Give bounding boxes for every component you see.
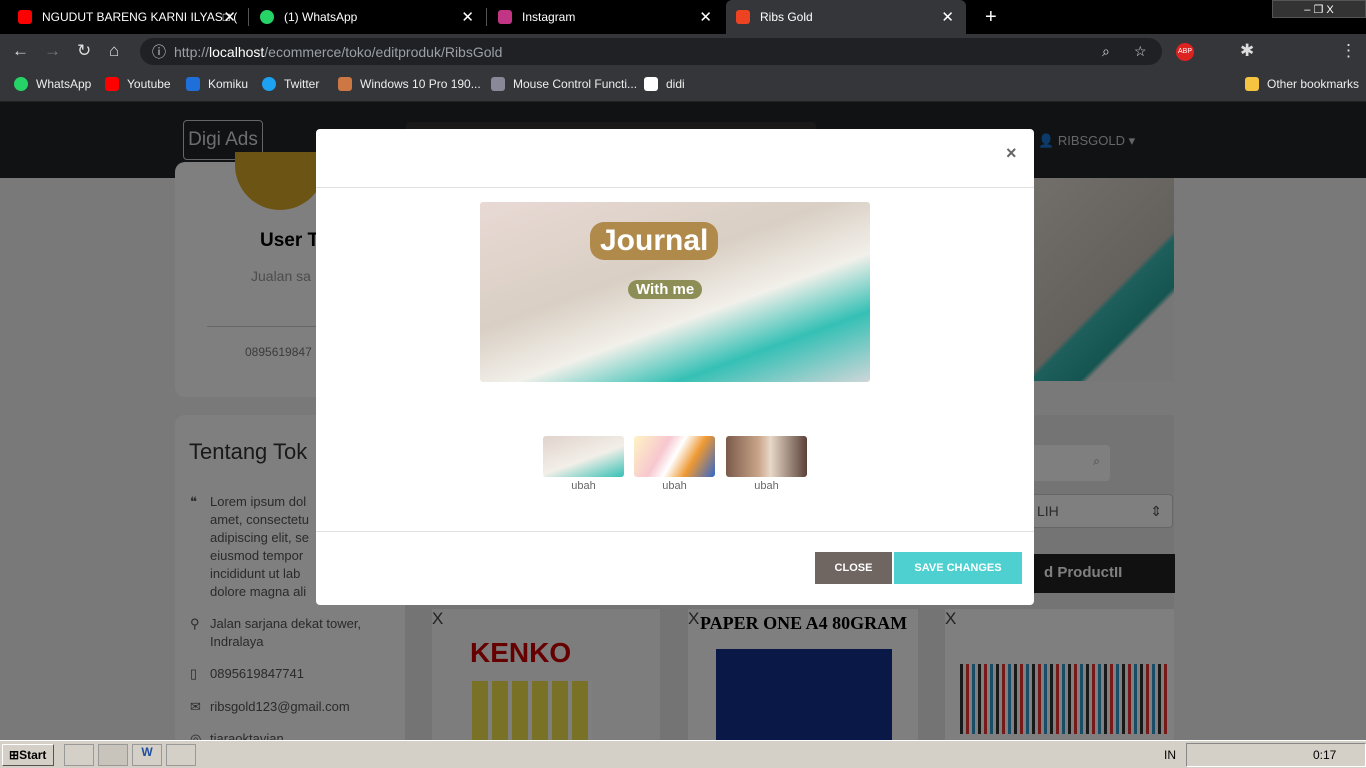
star-icon[interactable]: ☆ (1134, 43, 1147, 60)
browser-toolbar: ← → ↻ ⌂ ⓘ http://localhost/ecommerce/tok… (0, 34, 1366, 68)
product-thumbnail-1[interactable] (543, 436, 624, 477)
bookmark-didi[interactable]: didi (644, 77, 685, 91)
close-button[interactable]: CLOSE (815, 552, 892, 584)
change-image-link-2[interactable]: ubah (634, 480, 715, 492)
youtube-icon (18, 10, 32, 24)
system-tray: 0:17 (1186, 743, 1366, 767)
change-image-link-3[interactable]: ubah (726, 480, 807, 492)
close-tab-icon[interactable]: ✕ (461, 8, 474, 26)
save-changes-button[interactable]: SAVE CHANGES (894, 552, 1022, 584)
taskbar-chrome[interactable] (98, 744, 128, 766)
tab-ribs-gold[interactable]: Ribs Gold ✕ (726, 0, 966, 34)
taskbar-paint[interactable] (166, 744, 196, 766)
reload-icon[interactable]: ↻ (77, 41, 91, 61)
modal-close-icon[interactable]: × (1006, 143, 1017, 164)
language-indicator[interactable]: IN (1164, 748, 1176, 762)
taskbar: ⊞Start W IN 0:17 (0, 740, 1366, 768)
menu-icon[interactable]: ⋮ (1340, 41, 1357, 61)
tab-youtube[interactable]: NGUDUT BARENG KARNI ILYAS□ (✕ (8, 0, 248, 34)
taskbar-explorer[interactable] (64, 744, 94, 766)
start-button[interactable]: ⊞Start (2, 744, 54, 766)
new-tab-button[interactable]: + (975, 0, 1007, 34)
taskbar-word[interactable]: W (132, 744, 162, 766)
adblock-icon[interactable]: ABP (1176, 43, 1194, 61)
bookmarks-bar: WhatsApp Youtube Komiku Twitter Windows … (0, 68, 1366, 102)
zoom-icon[interactable]: ⌕ (1102, 43, 1110, 60)
back-icon[interactable]: ← (12, 41, 29, 61)
home-icon[interactable]: ⌂ (109, 41, 119, 61)
edit-product-modal: × Journal With me ubah ubah ubah CLOSE S… (316, 129, 1034, 605)
bookmark-whatsapp[interactable]: WhatsApp (14, 77, 91, 91)
tab-instagram[interactable]: Instagram ✕ (488, 0, 724, 34)
close-tab-icon[interactable]: ✕ (941, 8, 954, 26)
bookmark-windows[interactable]: Windows 10 Pro 190... (338, 77, 481, 91)
close-tab-icon[interactable]: ✕ (699, 8, 712, 26)
other-bookmarks[interactable]: Other bookmarks (1245, 77, 1359, 91)
bookmark-youtube[interactable]: Youtube (105, 77, 171, 91)
extensions-icon[interactable]: ✱ (1240, 41, 1254, 61)
instagram-icon (498, 10, 512, 24)
product-thumbnail-2[interactable] (634, 436, 715, 477)
whatsapp-icon (260, 10, 274, 24)
codeigniter-icon (736, 10, 750, 24)
product-thumbnail-3[interactable] (726, 436, 807, 477)
info-icon: ⓘ (152, 43, 166, 60)
bookmark-mouse-control[interactable]: Mouse Control Functi... (491, 77, 637, 91)
tab-strip: NGUDUT BARENG KARNI ILYAS□ (✕ (1) WhatsA… (0, 0, 1366, 34)
window-controls[interactable]: ‒ ❐ X (1272, 0, 1366, 18)
change-image-link-1[interactable]: ubah (543, 480, 624, 492)
address-bar[interactable]: ⓘ http://localhost/ecommerce/toko/editpr… (140, 38, 1162, 65)
forward-icon[interactable]: → (44, 41, 61, 61)
clock[interactable]: 0:17 (1313, 748, 1336, 762)
product-main-image: Journal With me (480, 202, 870, 382)
tab-whatsapp[interactable]: (1) WhatsApp ✕ (250, 0, 486, 34)
close-tab-icon[interactable]: ✕ (223, 8, 236, 26)
bookmark-komiku[interactable]: Komiku (186, 77, 248, 91)
bookmark-twitter[interactable]: Twitter (262, 77, 319, 91)
